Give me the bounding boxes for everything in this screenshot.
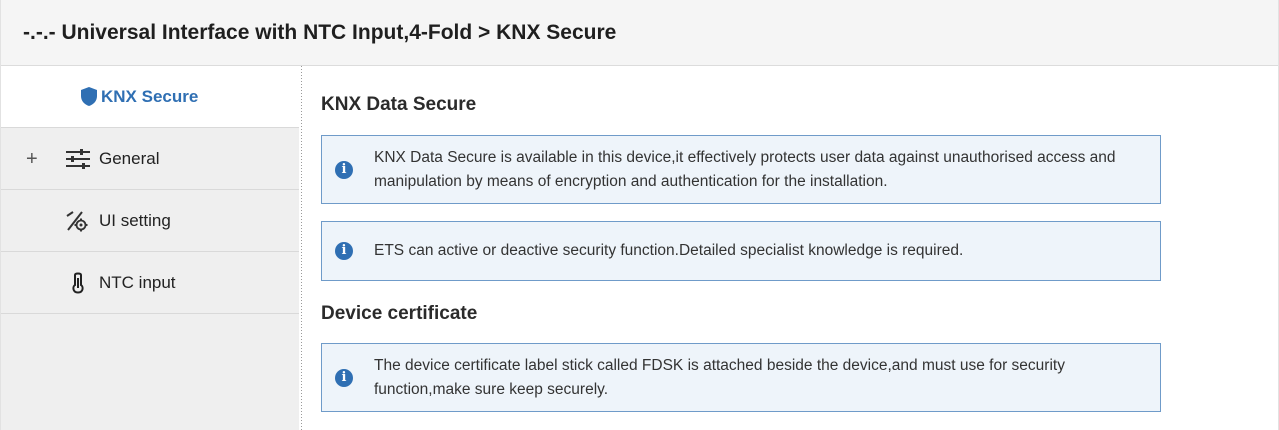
breadcrumb-title: -.-.- Universal Interface with NTC Input… [1, 0, 1278, 66]
shield-icon [78, 86, 100, 108]
sidebar: KNX Secure + General UI setting NTC inpu… [1, 66, 299, 430]
sidebar-item-label: General [99, 148, 160, 168]
info-text: ETS can active or deactive security func… [374, 242, 964, 259]
info-icon: i [335, 160, 353, 179]
sidebar-item-label: NTC input [99, 272, 176, 292]
info-box: i ETS can active or deactive security fu… [321, 221, 1161, 281]
info-icon: i [335, 242, 353, 260]
sidebar-item-label: UI setting [99, 210, 171, 230]
info-text: KNX Data Secure is available in this dev… [374, 148, 1116, 190]
expand-icon[interactable]: + [26, 149, 38, 169]
sidebar-item-ntc-input[interactable]: NTC input [1, 252, 299, 314]
info-icon: i [335, 368, 353, 387]
section-title-device-certificate: Device certificate [321, 303, 478, 324]
sidebar-item-general[interactable]: + General [1, 128, 299, 190]
ui-setting-icon [65, 210, 89, 232]
info-box: i The device certificate label stick cal… [321, 343, 1161, 412]
app-window: -.-.- Universal Interface with NTC Input… [0, 0, 1279, 430]
section-title-knx-data-secure: KNX Data Secure [321, 94, 477, 115]
sidebar-item-knx-secure[interactable]: KNX Secure [1, 66, 299, 128]
info-text: The device certificate label stick calle… [374, 356, 1065, 398]
info-box: i KNX Data Secure is available in this d… [321, 135, 1161, 204]
main-content: KNX Data Secure i KNX Data Secure is ava… [305, 66, 1278, 430]
thermometer-icon [67, 272, 89, 294]
page-title: -.-.- Universal Interface with NTC Input… [23, 20, 617, 44]
sidebar-item-label: KNX Secure [101, 86, 199, 106]
sidebar-item-ui-setting[interactable]: UI setting [1, 190, 299, 252]
sliders-icon [65, 148, 91, 170]
